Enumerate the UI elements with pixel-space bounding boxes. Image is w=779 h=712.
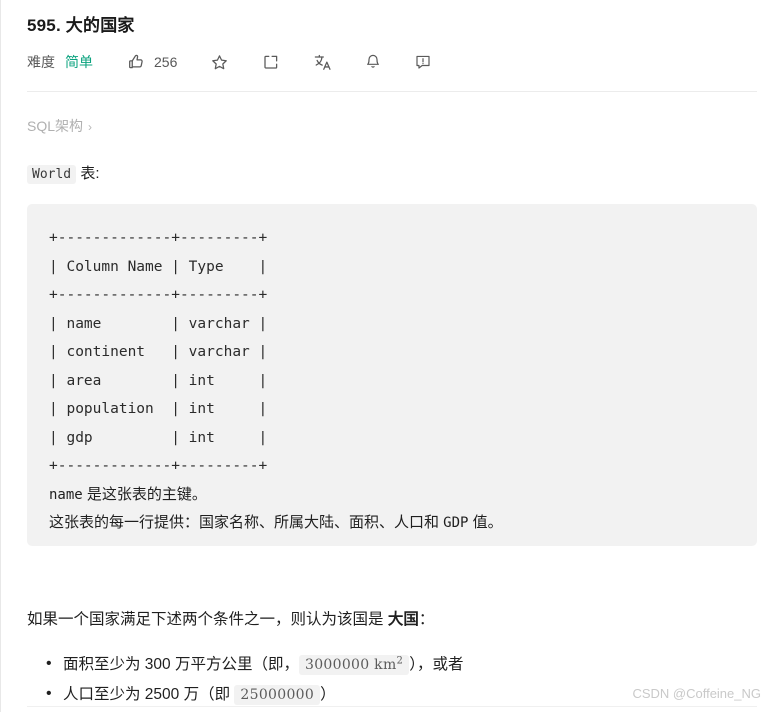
feedback-button[interactable]: [414, 53, 432, 71]
table-name-code: World: [27, 165, 77, 184]
row-note-suffix: 值。: [468, 514, 503, 531]
row-note-gdp: GDP: [443, 515, 469, 531]
area-code-value: 3000000 km: [304, 657, 397, 673]
condition-intro: 如果一个国家满足下述两个条件之一，则认为该国是 大国：: [27, 607, 434, 629]
bullet-prefix: 面积至少为 300 万平方公里（即，: [63, 656, 299, 673]
header-divider: [27, 91, 757, 92]
notification-button[interactable]: [364, 53, 382, 71]
page-title: 595. 大的国家: [27, 16, 135, 35]
condition-list: 面积至少为 300 万平方公里（即，3000000 km2），或者 人口至少为 …: [27, 649, 464, 710]
area-code-superscript: 2: [396, 655, 404, 667]
primary-key-note-text: 是这张表的主键。: [82, 485, 207, 503]
share-icon: [262, 53, 280, 71]
condition-intro-bold: 大国: [387, 611, 419, 628]
primary-key-note: name 是这张表的主键。: [49, 481, 735, 510]
breadcrumb-label: SQL架构: [27, 118, 84, 134]
watermark: CSDN @Coffeine_NG: [632, 686, 761, 701]
translate-button[interactable]: [313, 53, 332, 72]
difficulty-label: 难度: [27, 54, 55, 70]
population-code-chip: 25000000: [234, 685, 321, 705]
ascii-schema-table: +-------------+---------+ | Column Name …: [49, 230, 268, 474]
thumbs-up-icon: [127, 53, 145, 71]
chevron-right-icon: ›: [88, 120, 93, 134]
footer-divider: [27, 706, 757, 707]
row-description-note: 这张表的每一行提供：国家名称、所属大陆、面积、人口和 GDP 值。: [49, 509, 735, 538]
favorite-button[interactable]: [210, 53, 229, 72]
translate-icon: [313, 53, 332, 72]
table-caption: World 表:: [27, 162, 100, 184]
primary-key-column: name: [49, 486, 83, 503]
condition-intro-suffix: ：: [418, 611, 435, 628]
problem-page: 595. 大的国家 难度 简单 256 SQL架构 › World 表: +--…: [0, 0, 779, 712]
star-icon: [210, 53, 229, 72]
area-code-chip: 3000000 km2: [298, 655, 410, 675]
problem-meta-row: 难度 简单 256: [27, 48, 432, 76]
bullet-suffix: ），或者: [409, 656, 464, 673]
like-button[interactable]: 256: [127, 53, 177, 71]
breadcrumb[interactable]: SQL架构 ›: [27, 116, 92, 136]
table-caption-suffix: 表:: [80, 165, 100, 182]
bullet-prefix: 人口至少为 2500 万（即: [63, 686, 235, 703]
row-note-prefix: 这张表的每一行提供：国家名称、所属大陆、面积、人口和: [49, 514, 444, 531]
bell-icon: [364, 53, 382, 71]
bullet-suffix: ）: [320, 686, 336, 703]
like-count: 256: [154, 54, 178, 70]
condition-intro-prefix: 如果一个国家满足下述两个条件之一，则认为该国是: [27, 611, 388, 628]
schema-code-block: +-------------+---------+ | Column Name …: [27, 204, 757, 546]
feedback-icon: [414, 53, 432, 71]
population-code-value: 25000000: [240, 687, 315, 703]
share-button[interactable]: [262, 53, 280, 71]
list-item: 面积至少为 300 万平方公里（即，3000000 km2），或者: [46, 649, 464, 680]
difficulty-value: 简单: [65, 54, 93, 70]
